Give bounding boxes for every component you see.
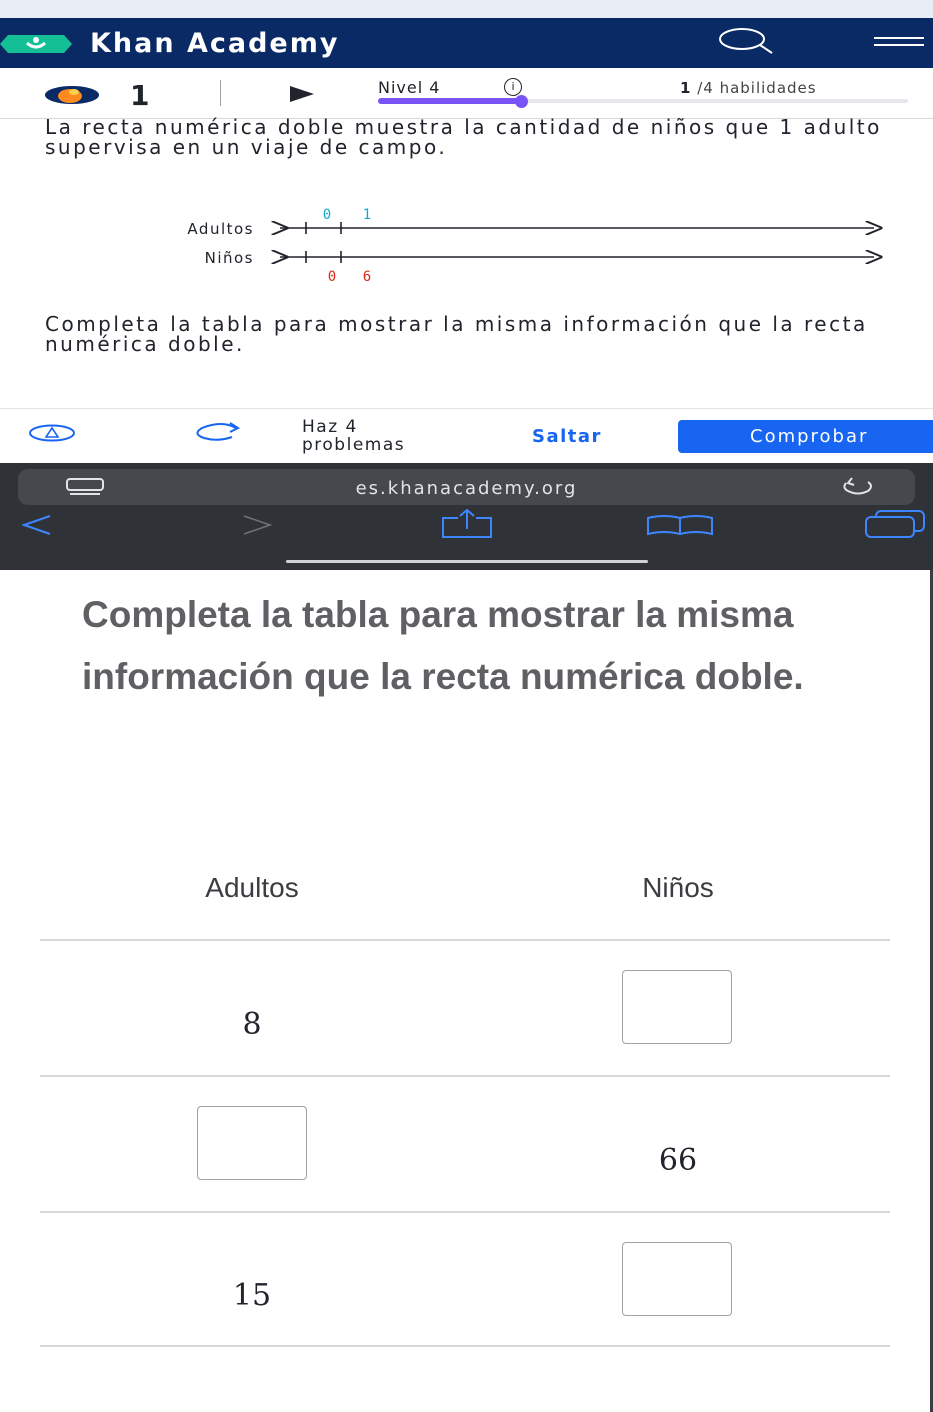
numberline-bottom-tick-label-1: 6 [363, 269, 371, 285]
share-icon[interactable] [440, 509, 494, 539]
answer-input-children-row1[interactable] [622, 970, 732, 1044]
table-cell-adults-row1: 8 [242, 1007, 262, 1042]
problems-label-line2: problemas [302, 435, 406, 455]
streak-count: 1 [130, 79, 150, 112]
table-row-divider [40, 1075, 890, 1077]
brand-name[interactable]: Khan Academy [90, 28, 339, 59]
level-progress-knob [515, 95, 528, 108]
table-header-adults: Adultos [205, 872, 299, 903]
table-bottom-divider [40, 1345, 890, 1347]
numberline-top-tick-label-1: 1 [363, 207, 371, 223]
numberline-bottom-tick-label-0: 0 [328, 269, 336, 285]
table-header-divider [40, 939, 890, 941]
answer-input-children-row3[interactable] [622, 1242, 732, 1316]
numberline-top-tick-label-0: 0 [323, 207, 331, 223]
problems-label-line1: Haz 4 [302, 417, 358, 437]
menu-icon[interactable] [874, 36, 924, 48]
info-icon[interactable]: i [504, 78, 522, 96]
divider [220, 80, 221, 106]
status-strip [0, 0, 933, 18]
reload-icon[interactable] [838, 476, 878, 496]
play-icon[interactable] [290, 86, 314, 102]
question-prompt: La recta numérica doble muestra la canti… [45, 115, 882, 159]
table-cell-adults-row3: 15 [232, 1278, 272, 1313]
back-icon[interactable] [22, 514, 52, 536]
table-cell-children-row2: 66 [658, 1143, 698, 1178]
answer-input-adults-row2[interactable] [197, 1106, 307, 1180]
level-label: Nivel 4 [378, 78, 441, 97]
skip-button[interactable]: Saltar [532, 426, 602, 447]
url-text[interactable]: es.khanacademy.org [0, 478, 933, 499]
forward-icon[interactable] [242, 514, 272, 536]
skills-total: /4 habilidades [697, 79, 817, 97]
table-row-divider [40, 1211, 890, 1213]
problems-counter: Haz 4 problemas [302, 418, 405, 454]
redo-icon[interactable] [192, 422, 244, 442]
skills-done: 1 [680, 79, 692, 97]
numberline-bottom-label: Niños [205, 249, 254, 267]
question-instruction: Completa la tabla para mostrar la misma … [45, 312, 868, 356]
numberline-top-label: Adultos [187, 220, 254, 238]
skills-counter: 1 /4 habilidades [680, 79, 817, 97]
streak-icon [45, 86, 99, 104]
level-progress-fill [378, 98, 521, 104]
table-header-children: Niños [642, 872, 714, 903]
tabs-icon[interactable] [864, 509, 926, 539]
hint-icon[interactable] [28, 424, 76, 442]
home-indicator [286, 560, 648, 563]
check-button[interactable]: Comprobar [678, 420, 933, 453]
zoomed-instruction: Completa la tabla para mostrar la misma … [82, 594, 804, 697]
logo-icon[interactable] [0, 35, 72, 53]
search-icon[interactable] [718, 26, 776, 56]
bookmarks-icon[interactable] [646, 514, 714, 536]
double-number-line: Adultos Niños 0 1 0 6 [187, 207, 933, 285]
